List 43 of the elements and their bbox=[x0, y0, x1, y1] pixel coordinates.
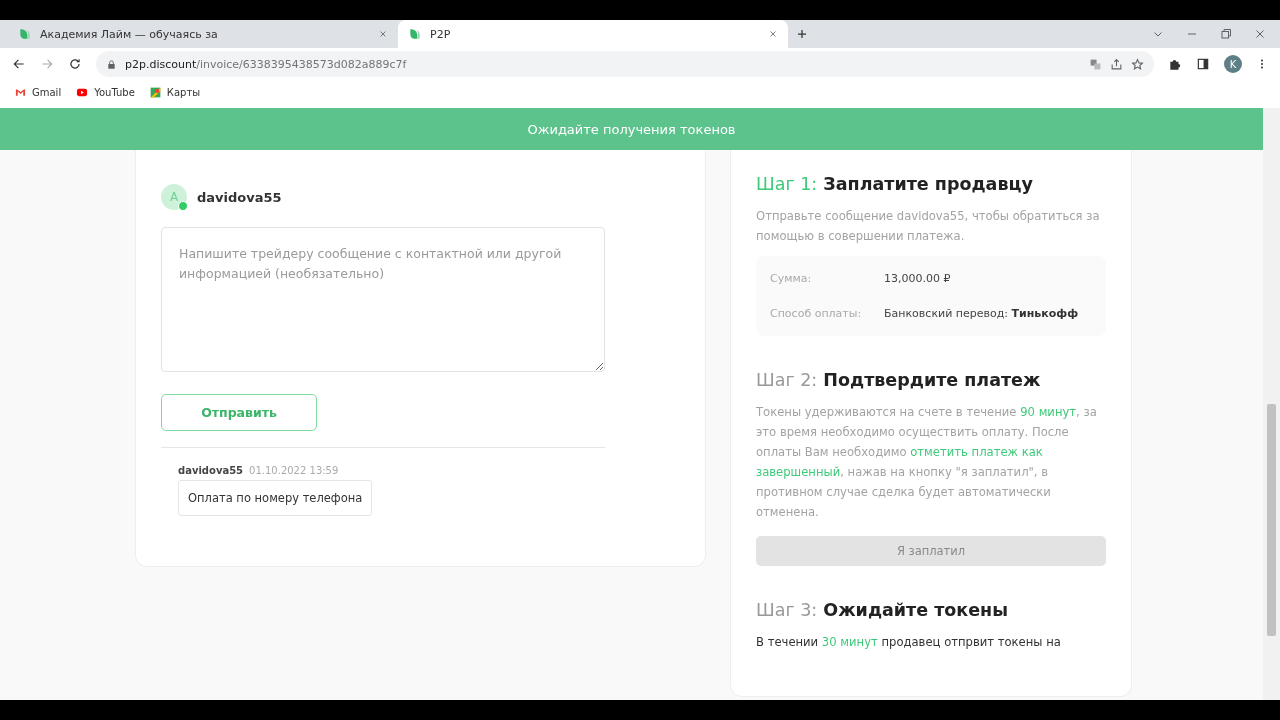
detail-label: Способ оплаты: bbox=[770, 307, 863, 320]
restore-icon[interactable] bbox=[1220, 28, 1232, 40]
gmail-icon bbox=[14, 86, 27, 98]
detail-value: 13,000.00 ₽ bbox=[884, 272, 952, 285]
browser-tab[interactable]: Академия Лайм — обучаясь за bbox=[8, 20, 398, 48]
back-arrow-icon[interactable] bbox=[12, 57, 26, 71]
leaf-icon bbox=[408, 27, 422, 41]
detail-value: Банковский перевод: Тинькофф bbox=[884, 307, 1080, 320]
message-time: 01.10.2022 13:59 bbox=[249, 465, 339, 476]
step-heading: Шаг 2: Подтвердите платеж bbox=[756, 370, 1042, 390]
leaf-icon bbox=[18, 27, 32, 41]
username: davidova55 bbox=[197, 189, 282, 205]
new-tab-icon[interactable] bbox=[796, 28, 808, 40]
bookmark-link[interactable]: YouTube bbox=[94, 86, 135, 98]
message-author: davidova55 bbox=[178, 465, 244, 476]
status-banner: Ожидайте получения токенов bbox=[0, 108, 1263, 150]
detail-label: Сумма: bbox=[770, 272, 813, 285]
sidebar-icon[interactable] bbox=[1196, 57, 1210, 71]
browser-tab[interactable]: P2P bbox=[398, 20, 788, 48]
step-heading: Шаг 3: Ожидайте токены bbox=[756, 600, 1010, 620]
step-description: Токены удерживаются на счете в течение 90 минут, за это время необходимо осуществить оплату. После оплаты Вам необходимо отметить платеж как завершенный, нажав на кнопку "я заплатил", в противном случае сделка будет автоматически отменена. bbox=[756, 404, 1098, 521]
message-field[interactable]: Напишите трейдеру сообщение с контактной или другой информацией (необязательно) bbox=[161, 227, 605, 372]
step-heading: Шаг 1: Заплатите продавцу bbox=[756, 174, 1034, 194]
step-description: В течении 30 минут продавец отпрвит токены на bbox=[756, 634, 1062, 651]
profile-avatar[interactable]: K bbox=[1224, 55, 1242, 73]
bookmark-link[interactable]: Карты bbox=[166, 86, 201, 98]
scrollbar-thumb[interactable] bbox=[1267, 404, 1276, 636]
translate-icon[interactable] bbox=[1089, 57, 1102, 71]
share-icon[interactable] bbox=[1110, 57, 1123, 71]
star-icon[interactable] bbox=[1131, 57, 1144, 71]
step-description: Отправьте сообщение davidova55, чтобы обратиться за помощью в совершении платежа. bbox=[756, 208, 1101, 245]
address-bar[interactable]: p2p.discount/invoice/6338395438573d082a889c7f bbox=[96, 51, 1154, 77]
close-icon[interactable] bbox=[768, 29, 778, 39]
message-bubble: Оплата по номеру телефона bbox=[178, 480, 373, 516]
bookmark-link[interactable]: Gmail bbox=[32, 86, 62, 98]
close-icon[interactable] bbox=[1254, 28, 1266, 40]
lock-icon bbox=[106, 58, 117, 70]
maps-icon bbox=[148, 85, 162, 99]
reload-icon[interactable] bbox=[68, 57, 82, 71]
puzzle-icon[interactable] bbox=[1168, 57, 1182, 71]
youtube-icon bbox=[75, 86, 90, 98]
user-avatar: A bbox=[161, 184, 187, 210]
close-icon[interactable] bbox=[378, 29, 388, 39]
